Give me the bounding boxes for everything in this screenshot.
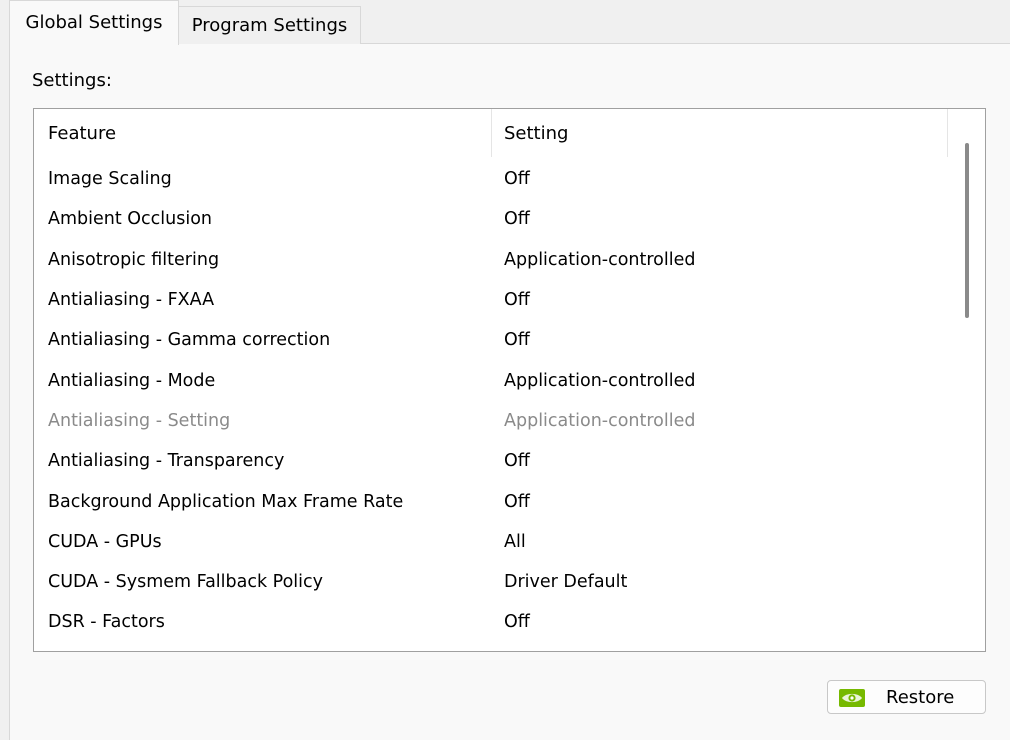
list-row[interactable]: CUDA - GPUs All: [34, 522, 949, 562]
tab-program-settings[interactable]: Program Settings: [178, 6, 361, 44]
setting-cell: Application-controlled: [504, 370, 696, 391]
setting-cell: Off: [504, 612, 530, 633]
tab-program-settings-label: Program Settings: [191, 14, 348, 36]
settings-label: Settings:: [32, 70, 112, 91]
list-row[interactable]: Antialiasing - Transparency Off: [34, 441, 949, 481]
setting-cell: Application-controlled: [504, 410, 696, 431]
feature-cell: Image Scaling: [48, 169, 172, 190]
list-row[interactable]: Anisotropic filtering Application-control…: [34, 240, 949, 280]
setting-cell: Off: [504, 330, 530, 351]
feature-cell: Antialiasing - FXAA: [48, 290, 215, 311]
list-row[interactable]: Antialiasing - FXAA Off: [34, 280, 949, 320]
tab-global-settings-label: Global Settings: [25, 12, 163, 33]
tab-global-settings[interactable]: Global Settings: [9, 0, 179, 45]
setting-cell: Application-controlled: [504, 249, 696, 270]
nvidia-eye-icon: [839, 689, 865, 707]
setting-cell: All: [504, 531, 526, 552]
column-header-feature[interactable]: Feature: [48, 109, 490, 157]
setting-cell: Off: [504, 643, 530, 651]
feature-cell: DSR - Smoothness: [48, 643, 210, 651]
setting-cell: Off: [504, 169, 530, 190]
list-row[interactable]: Antialiasing - Mode Application-controlle…: [34, 360, 949, 400]
list-header: Feature Setting: [34, 109, 949, 157]
column-divider[interactable]: [947, 109, 948, 157]
feature-cell: Antialiasing - Transparency: [48, 451, 285, 472]
list-row[interactable]: CUDA - Sysmem Fallback Policy Driver Defa…: [34, 562, 949, 602]
setting-cell: Off: [504, 451, 530, 472]
column-header-setting[interactable]: Setting: [504, 109, 944, 157]
vertical-scrollbar[interactable]: [949, 109, 985, 651]
restore-button-label: Restore: [886, 686, 955, 708]
feature-cell: DSR - Factors: [48, 612, 165, 633]
feature-cell: Background Application Max Frame Rate: [48, 491, 404, 512]
list-row[interactable]: Ambient Occlusion Off: [34, 199, 949, 239]
scrollbar-thumb[interactable]: [965, 143, 969, 318]
feature-cell: CUDA - Sysmem Fallback Policy: [48, 572, 324, 593]
list-row[interactable]: DSR - Smoothness Off: [34, 643, 949, 651]
tab-strip: Global Settings Program Settings: [0, 0, 1010, 45]
feature-cell: Antialiasing - Setting: [48, 410, 231, 431]
list-row[interactable]: DSR - Factors Off: [34, 602, 949, 642]
scrollbar-track[interactable]: [949, 109, 985, 651]
list-row[interactable]: Antialiasing - Gamma correction Off: [34, 320, 949, 360]
column-divider[interactable]: [491, 109, 492, 157]
feature-cell: CUDA - GPUs: [48, 531, 162, 552]
settings-list[interactable]: Feature Setting Image Scaling Off Ambient …: [33, 108, 986, 652]
feature-cell: Antialiasing - Mode: [48, 370, 216, 391]
setting-cell: Off: [504, 209, 530, 230]
feature-cell: Anisotropic filtering: [48, 249, 220, 270]
list-row[interactable]: Image Scaling Off: [34, 159, 949, 199]
restore-button[interactable]: Restore: [827, 680, 986, 714]
setting-cell: Off: [504, 290, 530, 311]
list-rows: Image Scaling Off Ambient Occlusion Off Anis…: [34, 159, 949, 651]
setting-cell: Driver Default: [504, 572, 628, 593]
list-row[interactable]: Antialiasing - Setting Application-contro…: [34, 401, 949, 441]
setting-cell: Off: [504, 491, 530, 512]
list-row[interactable]: Background Application Max Frame Rate Off: [34, 481, 949, 521]
feature-cell: Ambient Occlusion: [48, 209, 213, 230]
feature-cell: Antialiasing - Gamma correction: [48, 330, 331, 351]
nvidia-control-panel-settings: Global Settings Program Settings Setting…: [0, 0, 1010, 740]
